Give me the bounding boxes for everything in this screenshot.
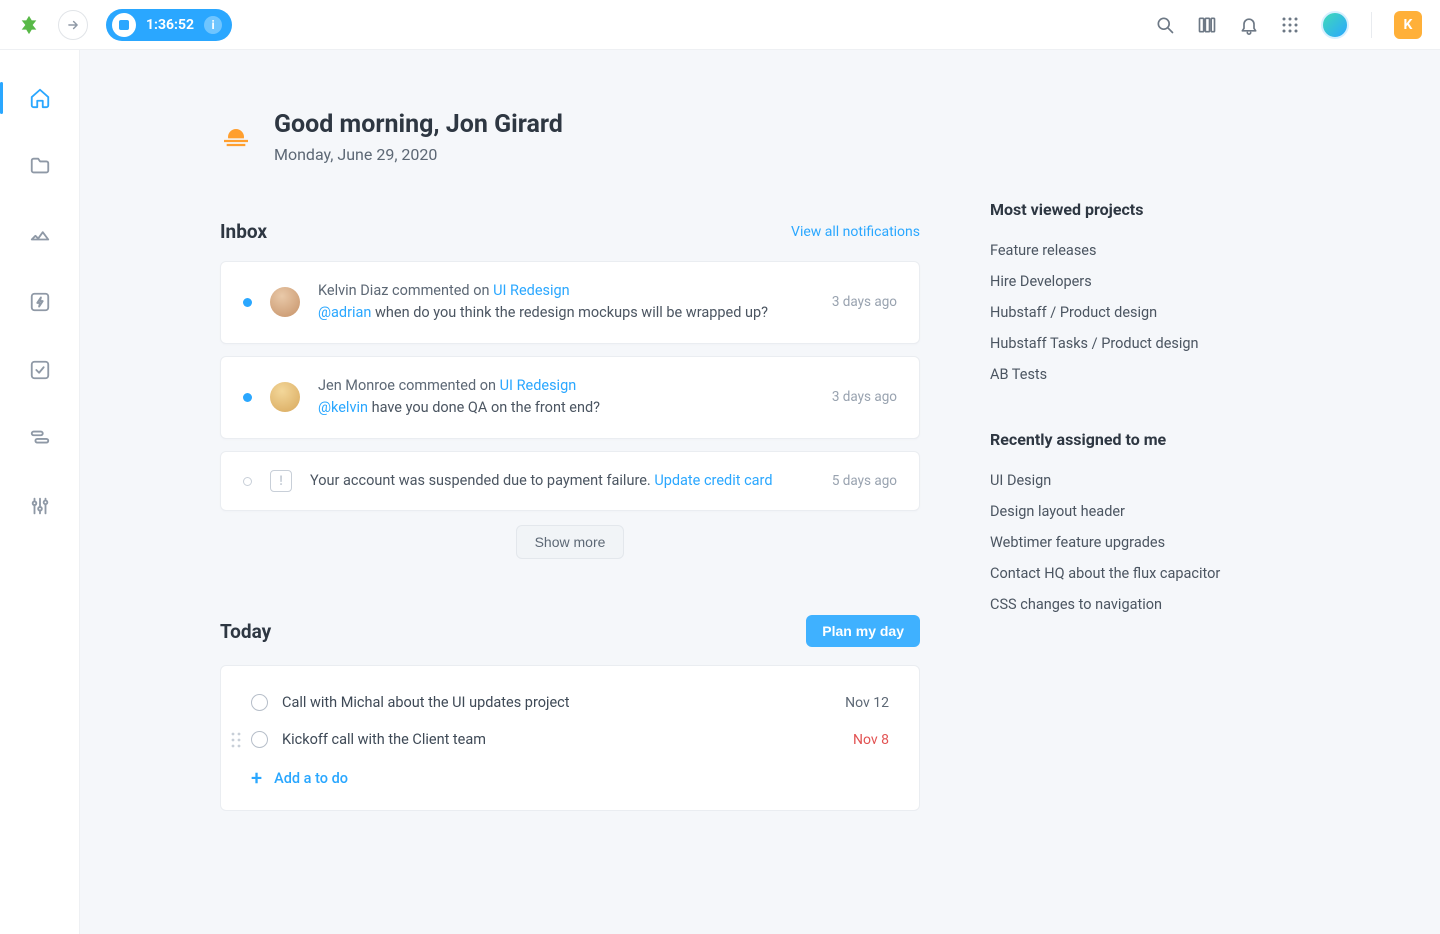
- topbar-left: 1:36:52 i: [18, 9, 232, 41]
- user-avatar[interactable]: [1321, 11, 1349, 39]
- task-link[interactable]: CSS changes to navigation: [990, 589, 1250, 620]
- project-link[interactable]: Hubstaff / Product design: [990, 297, 1250, 328]
- center-column: Good morning, Jon Girard Monday, June 29…: [220, 110, 920, 811]
- show-more-button[interactable]: Show more: [516, 525, 625, 559]
- timer-pill[interactable]: 1:36:52 i: [106, 9, 232, 41]
- update-credit-card-link[interactable]: Update credit card: [654, 472, 772, 489]
- forward-button[interactable]: [58, 10, 88, 40]
- inbox-item-time: 3 days ago: [832, 294, 897, 310]
- author-avatar: [270, 382, 300, 412]
- today-title: Today: [220, 620, 271, 643]
- drag-handle-icon[interactable]: [231, 732, 241, 748]
- inbox-item-body: Kelvin Diaz commented on UI Redesign @ad…: [318, 280, 814, 325]
- todo-item[interactable]: Call with Michal about the UI updates pr…: [251, 684, 889, 721]
- inbox-item-time: 5 days ago: [832, 473, 897, 489]
- org-badge[interactable]: K: [1394, 11, 1422, 39]
- task-link[interactable]: Webtimer feature upgrades: [990, 527, 1250, 558]
- plan-my-day-button[interactable]: Plan my day: [806, 615, 920, 647]
- greeting: Good morning, Jon Girard Monday, June 29…: [220, 110, 920, 164]
- action-text: commented on: [388, 282, 493, 299]
- sidebar-item-roadmap[interactable]: [20, 418, 60, 458]
- project-link[interactable]: Hubstaff Tasks / Product design: [990, 328, 1250, 359]
- mention[interactable]: @adrian: [318, 304, 371, 321]
- read-indicator: [243, 477, 252, 486]
- bell-icon[interactable]: [1239, 15, 1259, 35]
- timer-value: 1:36:52: [146, 17, 194, 33]
- apps-grid-icon[interactable]: [1281, 16, 1299, 34]
- context-link[interactable]: UI Redesign: [500, 377, 577, 394]
- project-link[interactable]: AB Tests: [990, 359, 1250, 390]
- project-link[interactable]: Hire Developers: [990, 266, 1250, 297]
- task-link[interactable]: UI Design: [990, 465, 1250, 496]
- system-message: Your account was suspended due to paymen…: [310, 472, 654, 489]
- topbar: 1:36:52 i K: [0, 0, 1440, 50]
- show-more-wrap: Show more: [220, 525, 920, 559]
- timer-info-icon[interactable]: i: [204, 16, 222, 34]
- today-card: Call with Michal about the UI updates pr…: [220, 665, 920, 811]
- inbox-title: Inbox: [220, 220, 267, 243]
- topbar-right: K: [1155, 11, 1422, 39]
- sidebar-item-home[interactable]: [20, 78, 60, 118]
- todo-checkbox[interactable]: [251, 694, 268, 711]
- todo-text: Call with Michal about the UI updates pr…: [282, 694, 831, 711]
- recently-assigned-title: Recently assigned to me: [990, 430, 1250, 449]
- panels-icon[interactable]: [1197, 15, 1217, 35]
- inbox-item-body: Jen Monroe commented on UI Redesign @kel…: [318, 375, 814, 420]
- inbox-item[interactable]: ! Your account was suspended due to paym…: [220, 451, 920, 511]
- action-text: commented on: [395, 377, 500, 394]
- app-logo-icon[interactable]: [18, 14, 40, 36]
- todo-checkbox[interactable]: [251, 731, 268, 748]
- author-avatar: [270, 287, 300, 317]
- message-body: have you done QA on the front end?: [368, 399, 600, 416]
- inbox-item-body: Your account was suspended due to paymen…: [310, 470, 814, 492]
- inbox-item[interactable]: Jen Monroe commented on UI Redesign @kel…: [220, 356, 920, 439]
- sidebar-item-folder[interactable]: [20, 146, 60, 186]
- todo-date: Nov 12: [845, 695, 889, 711]
- sidebar-item-automation[interactable]: [20, 282, 60, 322]
- inbox-item-time: 3 days ago: [832, 389, 897, 405]
- greeting-text: Good morning, Jon Girard Monday, June 29…: [274, 110, 563, 164]
- sidebar: [0, 50, 80, 934]
- inbox-item[interactable]: Kelvin Diaz commented on UI Redesign @ad…: [220, 261, 920, 344]
- sidebar-item-tasks[interactable]: [20, 350, 60, 390]
- search-icon[interactable]: [1155, 15, 1175, 35]
- right-column: Most viewed projects Feature releases Hi…: [990, 110, 1250, 660]
- plus-icon: +: [251, 768, 262, 788]
- today-header: Today Plan my day: [220, 615, 920, 647]
- inbox-header: Inbox View all notifications: [220, 220, 920, 243]
- view-all-notifications-link[interactable]: View all notifications: [791, 224, 920, 240]
- most-viewed-title: Most viewed projects: [990, 200, 1250, 219]
- project-link[interactable]: Feature releases: [990, 235, 1250, 266]
- sunrise-icon: [220, 121, 252, 153]
- todo-text: Kickoff call with the Client team: [282, 731, 839, 748]
- divider: [1371, 12, 1372, 38]
- timer-stop-icon[interactable]: [112, 13, 136, 37]
- sidebar-item-sprint[interactable]: [20, 214, 60, 254]
- main: Good morning, Jon Girard Monday, June 29…: [80, 50, 1440, 934]
- todo-item[interactable]: Kickoff call with the Client team Nov 8: [251, 721, 889, 758]
- add-todo-button[interactable]: + Add a to do: [251, 758, 889, 792]
- org-initial: K: [1404, 17, 1413, 33]
- todo-date: Nov 8: [853, 732, 889, 748]
- unread-indicator: [243, 393, 252, 402]
- author-name: Kelvin Diaz: [318, 282, 388, 299]
- content-wrap: Good morning, Jon Girard Monday, June 29…: [80, 50, 1440, 851]
- message-body: when do you think the redesign mockups w…: [371, 304, 768, 321]
- task-link[interactable]: Design layout header: [990, 496, 1250, 527]
- mention[interactable]: @kelvin: [318, 399, 368, 416]
- task-link[interactable]: Contact HQ about the flux capacitor: [990, 558, 1250, 589]
- sidebar-item-settings[interactable]: [20, 486, 60, 526]
- add-todo-label: Add a to do: [274, 770, 348, 787]
- unread-indicator: [243, 298, 252, 307]
- alert-icon: !: [270, 470, 292, 492]
- recently-assigned-list: UI Design Design layout header Webtimer …: [990, 465, 1250, 620]
- context-link[interactable]: UI Redesign: [493, 282, 570, 299]
- greeting-date: Monday, June 29, 2020: [274, 145, 563, 164]
- author-name: Jen Monroe: [318, 377, 395, 394]
- most-viewed-list: Feature releases Hire Developers Hubstaf…: [990, 235, 1250, 390]
- greeting-title: Good morning, Jon Girard: [274, 110, 563, 139]
